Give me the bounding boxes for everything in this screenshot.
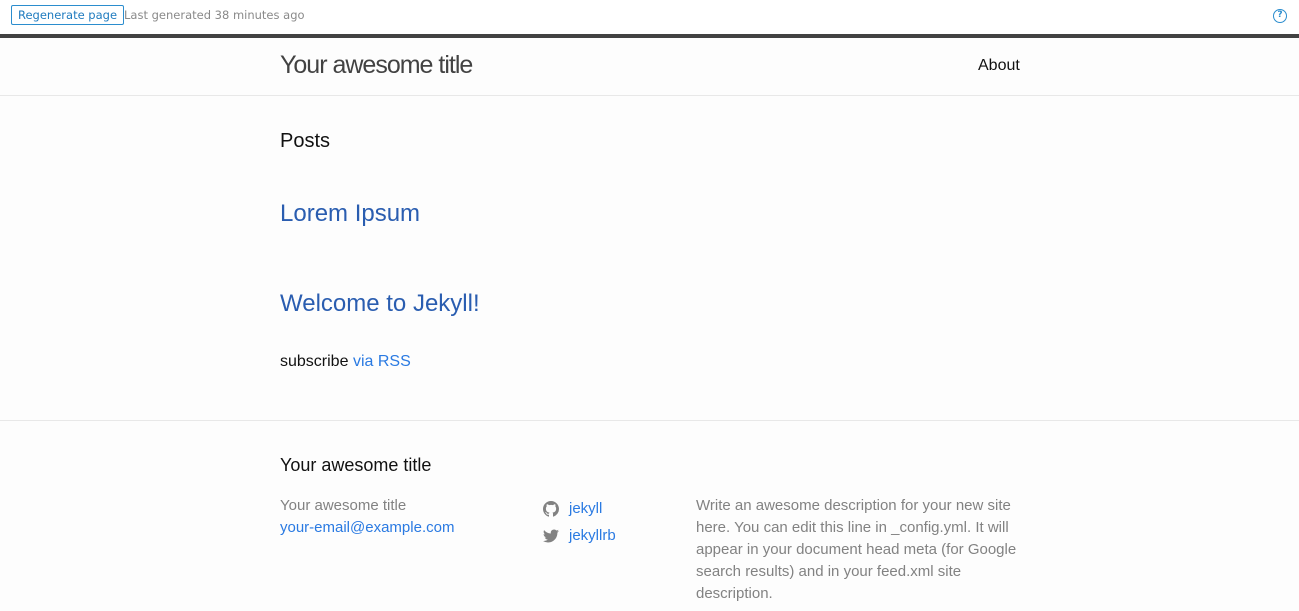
help-icon[interactable]: ? bbox=[1273, 9, 1287, 23]
regenerate-page-button[interactable]: Regenerate page bbox=[11, 5, 125, 25]
rss-link[interactable]: via RSS bbox=[353, 353, 411, 370]
site-footer: Your awesome title Your awesome title yo… bbox=[0, 420, 1299, 611]
footer-contact: Your awesome title your-email@example.co… bbox=[280, 495, 454, 539]
posts-heading: Posts bbox=[280, 130, 331, 152]
twitter-link[interactable]: jekyllrb bbox=[569, 522, 616, 549]
regeneration-toolbar: Regenerate page Last generated 38 minute… bbox=[0, 0, 1299, 34]
nav-about-link[interactable]: About bbox=[978, 57, 1020, 75]
site-title-link[interactable]: Your awesome title bbox=[280, 51, 473, 80]
footer-email-link[interactable]: your-email@example.com bbox=[280, 517, 454, 539]
footer-social: jekyll jekyllrb bbox=[543, 495, 616, 549]
footer-site-name: Your awesome title bbox=[280, 497, 407, 514]
rss-subscribe: subscribe via RSS bbox=[280, 353, 411, 371]
site-description: Write an awesome description for your ne… bbox=[696, 497, 1017, 602]
twitter-icon bbox=[543, 529, 559, 542]
post-link-welcome-to-jekyll[interactable]: Welcome to Jekyll! bbox=[280, 290, 480, 318]
site-header: Your awesome title About bbox=[0, 38, 1299, 96]
github-icon bbox=[543, 500, 559, 517]
last-generated-status: Last generated 38 minutes ago bbox=[124, 8, 305, 22]
post-link-lorem-ipsum[interactable]: Lorem Ipsum bbox=[280, 200, 420, 228]
footer-heading: Your awesome title bbox=[280, 455, 432, 475]
social-twitter: jekyllrb bbox=[543, 522, 616, 549]
github-link[interactable]: jekyll bbox=[569, 495, 602, 522]
subscribe-text: subscribe bbox=[280, 353, 349, 370]
social-github: jekyll bbox=[543, 495, 616, 522]
